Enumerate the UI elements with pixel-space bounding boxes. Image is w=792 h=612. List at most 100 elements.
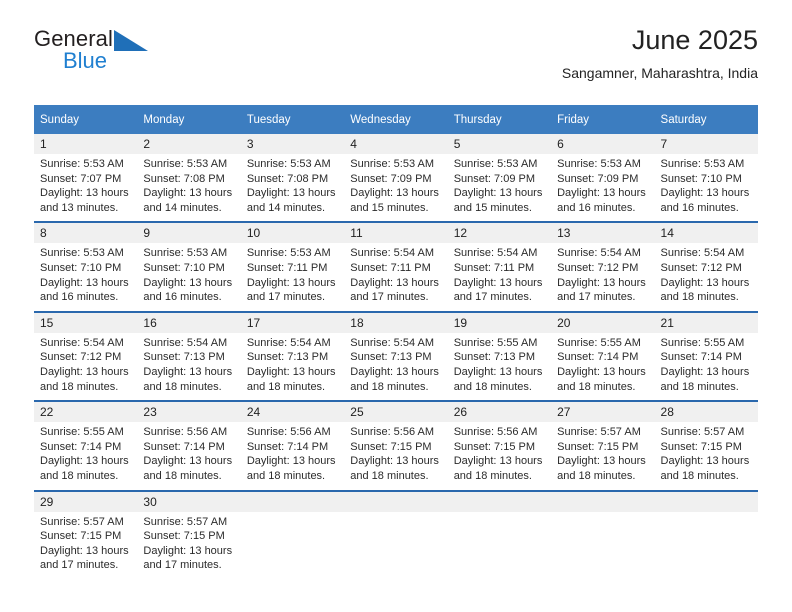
day-number[interactable]: 16	[137, 310, 241, 333]
day-number[interactable]: 24	[240, 400, 345, 423]
sunrise-text: Sunrise: 5:53 AM	[350, 158, 435, 170]
day-cell[interactable]: Sunrise: 5:54 AM Sunset: 7:11 PM Daylight:…	[447, 243, 552, 312]
day-number[interactable]: 27	[551, 400, 655, 423]
day-number[interactable]: 1	[34, 134, 138, 154]
day-cell[interactable]: Sunrise: 5:57 AM Sunset: 7:15 PM Daylight:…	[34, 511, 138, 579]
week-detail-row: Sunrise: 5:55 AM Sunset: 7:14 PM Daylight:…	[34, 422, 758, 491]
day-number[interactable]: 6	[551, 134, 655, 154]
day-cell[interactable]: Sunrise: 5:53 AM Sunset: 7:10 PM Daylight:…	[654, 154, 758, 223]
daylight-text: Daylight: 13 hours and 17 minutes.	[246, 276, 336, 304]
day-number[interactable]: 8	[34, 221, 138, 244]
day-cell[interactable]: Sunrise: 5:54 AM Sunset: 7:12 PM Daylight:…	[654, 243, 758, 312]
sunset-text: Sunset: 7:13 PM	[143, 351, 225, 364]
daylight-text: Daylight: 13 hours and 16 minutes.	[40, 276, 129, 304]
day-cell[interactable]: Sunrise: 5:56 AM Sunset: 7:14 PM Daylight:…	[137, 422, 241, 491]
sunset-text: Sunset: 7:15 PM	[660, 440, 742, 453]
sunset-text: Sunset: 7:13 PM	[350, 351, 432, 364]
week-day-number-row: 15 16 17 18 19 20 21	[34, 310, 758, 333]
day-number[interactable]: 21	[654, 310, 758, 333]
sunrise-text: Sunrise: 5:55 AM	[660, 336, 745, 349]
sunrise-text: Sunrise: 5:55 AM	[40, 426, 124, 439]
daylight-text: Daylight: 13 hours and 18 minutes.	[143, 365, 233, 393]
sunrise-text: Sunrise: 5:56 AM	[246, 426, 331, 439]
day-cell[interactable]: Sunrise: 5:54 AM Sunset: 7:13 PM Daylight:…	[344, 332, 448, 402]
sunset-text: Sunset: 7:11 PM	[350, 261, 431, 274]
day-cell[interactable]: Sunrise: 5:54 AM Sunset: 7:12 PM Daylight:…	[34, 332, 138, 402]
day-number[interactable]: 17	[240, 310, 345, 333]
sunrise-text: Sunrise: 5:54 AM	[350, 336, 435, 349]
day-cell[interactable]: Sunrise: 5:54 AM Sunset: 7:13 PM Daylight:…	[137, 332, 241, 402]
day-cell[interactable]: Sunrise: 5:55 AM Sunset: 7:13 PM Daylight:…	[447, 332, 552, 402]
day-cell[interactable]: Sunrise: 5:56 AM Sunset: 7:15 PM Daylight:…	[344, 422, 448, 491]
day-number[interactable]: 10	[240, 221, 345, 244]
day-number[interactable]: 19	[447, 310, 552, 333]
day-number[interactable]: 23	[137, 400, 241, 423]
day-number-empty	[240, 489, 345, 512]
day-cell[interactable]: Sunrise: 5:54 AM Sunset: 7:11 PM Daylight:…	[344, 243, 448, 312]
day-cell[interactable]: Sunrise: 5:53 AM Sunset: 7:07 PM Daylight:…	[34, 154, 138, 223]
day-number[interactable]: 7	[654, 134, 758, 154]
calendar-table: Sunday Monday Tuesday Wednesday Thursday…	[34, 105, 758, 579]
weekday-header-row: Sunday Monday Tuesday Wednesday Thursday…	[34, 105, 758, 134]
sunset-text: Sunset: 7:08 PM	[246, 172, 329, 185]
day-number[interactable]: 25	[344, 400, 448, 423]
day-number[interactable]: 3	[240, 134, 345, 154]
day-cell[interactable]: Sunrise: 5:55 AM Sunset: 7:14 PM Daylight:…	[34, 422, 138, 491]
day-cell[interactable]: Sunrise: 5:53 AM Sunset: 7:08 PM Daylight:…	[240, 154, 345, 223]
day-number[interactable]: 13	[551, 221, 655, 244]
day-number[interactable]: 30	[137, 489, 241, 512]
day-cell[interactable]: Sunrise: 5:56 AM Sunset: 7:14 PM Daylight:…	[240, 422, 345, 491]
week-detail-row: Sunrise: 5:57 AM Sunset: 7:15 PM Daylight:…	[34, 511, 758, 579]
day-number[interactable]: 12	[447, 221, 552, 244]
brand-logo[interactable]: General Blue	[34, 28, 214, 86]
daylight-text: Daylight: 13 hours and 17 minutes.	[557, 276, 646, 304]
day-number[interactable]: 15	[34, 310, 138, 333]
day-number[interactable]: 28	[654, 400, 758, 423]
sunrise-text: Sunrise: 5:53 AM	[557, 158, 641, 170]
day-number[interactable]: 22	[34, 400, 138, 423]
day-cell[interactable]: Sunrise: 5:57 AM Sunset: 7:15 PM Daylight:…	[654, 422, 758, 491]
sunrise-text: Sunrise: 5:54 AM	[143, 336, 228, 349]
page-header: General Blue June 2025 Sangamner, Mahara…	[34, 25, 758, 100]
day-number[interactable]: 14	[654, 221, 758, 244]
day-cell[interactable]: Sunrise: 5:55 AM Sunset: 7:14 PM Daylight:…	[654, 332, 758, 402]
day-cell[interactable]: Sunrise: 5:54 AM Sunset: 7:13 PM Daylight:…	[240, 332, 345, 402]
day-number[interactable]: 5	[447, 134, 552, 154]
daylight-text: Daylight: 13 hours and 18 minutes.	[246, 365, 336, 393]
day-cell[interactable]: Sunrise: 5:53 AM Sunset: 7:11 PM Daylight:…	[240, 243, 345, 312]
day-cell[interactable]: Sunrise: 5:53 AM Sunset: 7:08 PM Daylight:…	[137, 154, 241, 223]
day-cell[interactable]: Sunrise: 5:54 AM Sunset: 7:12 PM Daylight:…	[551, 243, 655, 312]
day-number[interactable]: 26	[447, 400, 552, 423]
day-number[interactable]: 2	[137, 134, 241, 154]
sunrise-text: Sunrise: 5:53 AM	[660, 158, 745, 170]
sunset-text: Sunset: 7:15 PM	[350, 440, 432, 453]
day-number[interactable]: 29	[34, 489, 138, 512]
day-number[interactable]: 18	[344, 310, 448, 333]
sunrise-text: Sunrise: 5:56 AM	[350, 426, 435, 439]
day-cell[interactable]: Sunrise: 5:57 AM Sunset: 7:15 PM Daylight:…	[551, 422, 655, 491]
sunset-text: Sunset: 7:14 PM	[557, 351, 639, 364]
sunrise-text: Sunrise: 5:53 AM	[40, 158, 124, 170]
sunset-text: Sunset: 7:14 PM	[660, 351, 742, 364]
day-cell[interactable]: Sunrise: 5:53 AM Sunset: 7:10 PM Daylight:…	[137, 243, 241, 312]
day-number[interactable]: 20	[551, 310, 655, 333]
day-number[interactable]: 4	[344, 134, 448, 154]
sunset-text: Sunset: 7:10 PM	[40, 261, 122, 274]
day-cell[interactable]: Sunrise: 5:53 AM Sunset: 7:10 PM Daylight:…	[34, 243, 138, 312]
week-detail-row: Sunrise: 5:54 AM Sunset: 7:12 PM Daylight:…	[34, 332, 758, 402]
sunrise-text: Sunrise: 5:57 AM	[557, 426, 641, 439]
sunset-text: Sunset: 7:08 PM	[143, 172, 225, 185]
daylight-text: Daylight: 13 hours and 15 minutes.	[350, 187, 439, 214]
day-cell[interactable]: Sunrise: 5:53 AM Sunset: 7:09 PM Daylight:…	[447, 154, 552, 223]
sunset-text: Sunset: 7:07 PM	[40, 172, 122, 185]
day-cell[interactable]: Sunrise: 5:56 AM Sunset: 7:15 PM Daylight:…	[447, 422, 552, 491]
day-cell[interactable]: Sunrise: 5:55 AM Sunset: 7:14 PM Daylight:…	[551, 332, 655, 402]
daylight-text: Daylight: 13 hours and 18 minutes.	[350, 365, 439, 393]
day-cell[interactable]: Sunrise: 5:57 AM Sunset: 7:15 PM Daylight:…	[137, 511, 241, 579]
day-cell[interactable]: Sunrise: 5:53 AM Sunset: 7:09 PM Daylight:…	[344, 154, 448, 223]
day-number[interactable]: 9	[137, 221, 241, 244]
daylight-text: Daylight: 13 hours and 18 minutes.	[660, 276, 750, 304]
day-number[interactable]: 11	[344, 221, 448, 244]
sunrise-text: Sunrise: 5:54 AM	[350, 247, 435, 260]
day-cell[interactable]: Sunrise: 5:53 AM Sunset: 7:09 PM Daylight:…	[551, 154, 655, 223]
